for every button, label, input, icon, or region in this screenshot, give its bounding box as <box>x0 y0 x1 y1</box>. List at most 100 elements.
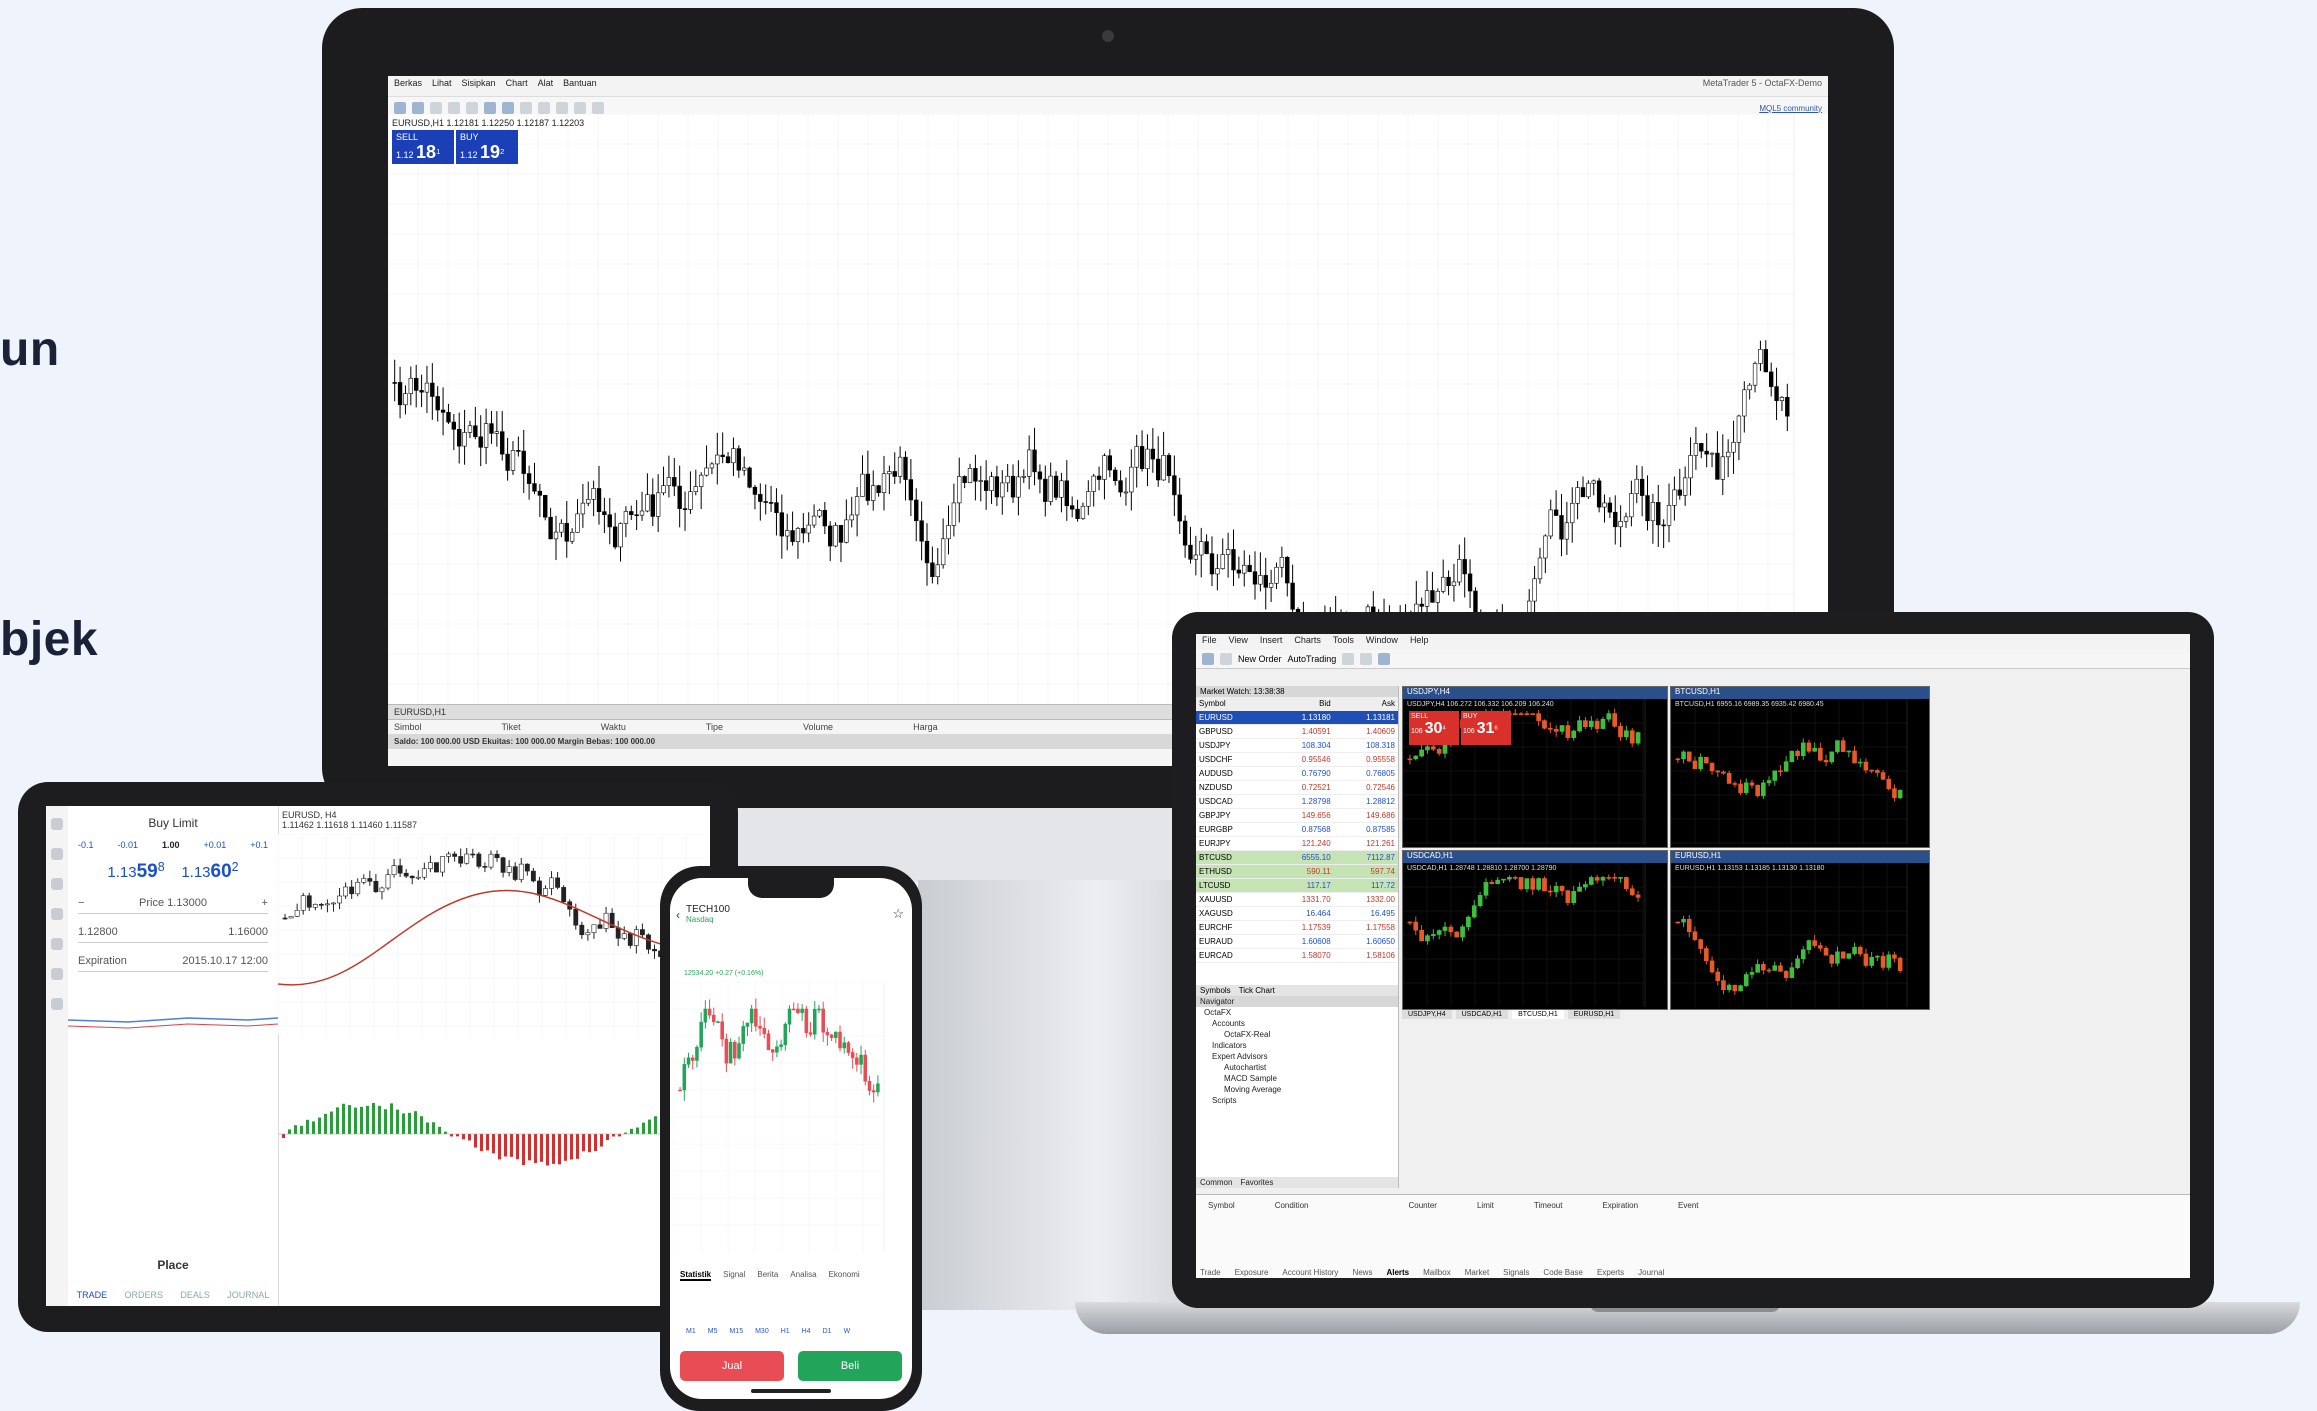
market-watch-row[interactable]: USDCAD 1.28798 1.28812 <box>1196 794 1398 809</box>
bar-chart-icon[interactable] <box>430 102 442 114</box>
lmenu-help[interactable]: Help <box>1410 635 1429 649</box>
star-icon[interactable]: ☆ <box>892 906 904 922</box>
chart-tab[interactable]: EURUSD,H1 <box>394 707 446 717</box>
lmenu-window[interactable]: Window <box>1366 635 1398 649</box>
tbx-tab-alerts[interactable]: Alerts <box>1386 1268 1409 1277</box>
tbx-tab-journal[interactable]: Journal <box>1638 1268 1664 1277</box>
phone-tab-statistik[interactable]: Statistik <box>680 1270 712 1281</box>
nav-item[interactable]: Indicators <box>1196 1040 1398 1051</box>
chart-tab-usdcad[interactable]: USDCAD,H1 <box>1455 1010 1509 1019</box>
menu-chart[interactable]: Chart <box>506 78 528 94</box>
info-icon[interactable] <box>51 998 63 1010</box>
laptop-buy-button[interactable]: BUY 106 316 <box>1461 711 1511 745</box>
nav-item[interactable]: Autochartist <box>1196 1062 1398 1073</box>
nav-tab-common[interactable]: Common <box>1200 1178 1232 1187</box>
sell-button[interactable]: SELL 1.12 181 <box>392 130 454 164</box>
tf-m1[interactable]: M1 <box>686 1328 696 1335</box>
btcusd-chart[interactable] <box>1670 698 1929 845</box>
chart-tab-eurusd[interactable]: EURUSD,H1 <box>1567 1010 1621 1019</box>
tbx-tab-mailbox[interactable]: Mailbox <box>1423 1268 1451 1277</box>
order-type[interactable]: Buy Limit <box>68 806 278 840</box>
menu-help[interactable]: Bantuan <box>563 78 597 94</box>
nav-item[interactable]: OctaFX <box>1196 1007 1398 1018</box>
chart-window-eurusd[interactable]: EURUSD,H1 EURUSD,H1 1.13153 1.13185 1.13… <box>1670 850 1930 1010</box>
community-link[interactable]: MQL5 community <box>1759 104 1822 113</box>
phone-buy-button[interactable]: Beli <box>798 1351 902 1381</box>
phone-tab-analisa[interactable]: Analisa <box>790 1270 816 1281</box>
tbx-tab-market[interactable]: Market <box>1465 1268 1489 1277</box>
lot-minus-small[interactable]: -0.01 <box>117 840 138 850</box>
menu-view[interactable]: Lihat <box>432 78 452 94</box>
mw-tab-tick-chart[interactable]: Tick Chart <box>1239 986 1275 995</box>
lgrid-icon[interactable] <box>1378 653 1391 665</box>
crosshair-icon[interactable] <box>520 102 532 114</box>
tf-w[interactable]: W <box>844 1328 851 1335</box>
phone-sell-button[interactable]: Jual <box>680 1351 784 1381</box>
back-icon[interactable]: ‹ <box>676 908 680 922</box>
market-watch-row[interactable]: GBPJPY 149.656 149.686 <box>1196 808 1398 823</box>
nav-item[interactable]: Scripts <box>1196 1095 1398 1106</box>
new-order-button[interactable]: New Order <box>1238 654 1282 664</box>
price-field[interactable]: − Price 1.13000 + <box>78 893 268 914</box>
quotes-icon[interactable] <box>51 818 63 830</box>
tab-orders[interactable]: ORDERS <box>125 1290 164 1300</box>
autotrading-button[interactable]: AutoTrading <box>1288 654 1337 664</box>
menu-tools[interactable]: Alat <box>538 78 554 94</box>
market-watch-row[interactable]: EURAUD 1.60608 1.60650 <box>1196 934 1398 949</box>
tbx-tab-code-base[interactable]: Code Base <box>1543 1268 1583 1277</box>
tab-journal[interactable]: JOURNAL <box>227 1290 269 1300</box>
expiration-field[interactable]: Expiration 2015.10.17 12:00 <box>78 951 268 972</box>
tab-trade[interactable]: TRADE <box>77 1290 108 1300</box>
nav-tab-favorites[interactable]: Favorites <box>1240 1178 1273 1187</box>
lot-plus-small[interactable]: +0.01 <box>203 840 226 850</box>
phone-tab-ekonomi[interactable]: Ekonomi <box>829 1270 860 1281</box>
tf-d1[interactable]: D1 <box>823 1328 832 1335</box>
market-watch-row[interactable]: LTCUSD 117.17 117.72 <box>1196 878 1398 893</box>
usdcad-chart[interactable] <box>1402 862 1667 1007</box>
price-minus-icon[interactable]: − <box>78 897 84 909</box>
lprofiles-icon[interactable] <box>1220 653 1232 665</box>
menu-file[interactable]: Berkas <box>394 78 422 94</box>
chart-tab-btcusd[interactable]: BTCUSD,H1 <box>1512 1010 1564 1019</box>
lot-minus-big[interactable]: -0.1 <box>78 840 94 850</box>
lot-plus-big[interactable]: +0.1 <box>250 840 268 850</box>
nav-item[interactable]: Moving Average <box>1196 1084 1398 1095</box>
stop-loss-value[interactable]: 1.12800 <box>78 926 118 938</box>
tablet-price-chart[interactable] <box>277 833 710 1304</box>
lmenu-tools[interactable]: Tools <box>1333 635 1354 649</box>
market-watch-row[interactable]: EURUSD 1.13180 1.13181 <box>1196 710 1398 725</box>
tbx-tab-exposure[interactable]: Exposure <box>1235 1268 1269 1277</box>
sl-tp-fields[interactable]: 1.12800 1.16000 <box>78 922 268 943</box>
chart-window-usdcad[interactable]: USDCAD,H1 USDCAD,H1 1.28748 1.28810 1.28… <box>1402 850 1668 1010</box>
market-watch-row[interactable]: AUDUSD 0.76790 0.76805 <box>1196 766 1398 781</box>
chart-tab-usdjpy[interactable]: USDJPY,H4 <box>1402 1010 1452 1019</box>
mw-tab-symbols[interactable]: Symbols <box>1200 986 1231 995</box>
nav-item[interactable]: OctaFX-Real <box>1196 1029 1398 1040</box>
zoom-in-icon[interactable] <box>484 102 496 114</box>
messages-icon[interactable] <box>51 938 63 950</box>
nav-item[interactable]: MACD Sample <box>1196 1073 1398 1084</box>
phone-tab-signal[interactable]: Signal <box>723 1270 745 1281</box>
market-watch-row[interactable]: USDJPY 108.304 108.318 <box>1196 738 1398 753</box>
period-m1-icon[interactable] <box>574 102 586 114</box>
line-chart-icon[interactable] <box>466 102 478 114</box>
tf-h1[interactable]: H1 <box>781 1328 790 1335</box>
market-watch-row[interactable]: USDCHF 0.95546 0.95558 <box>1196 752 1398 767</box>
tbx-tab-trade[interactable]: Trade <box>1200 1268 1221 1277</box>
market-watch-row[interactable]: EURCAD 1.58070 1.58106 <box>1196 948 1398 963</box>
market-watch-row[interactable]: XAGUSD 16.464 16.495 <box>1196 906 1398 921</box>
lzoom-out-icon[interactable] <box>1360 653 1373 665</box>
phone-tab-berita[interactable]: Berita <box>757 1270 778 1281</box>
place-button[interactable]: Place <box>68 1258 278 1272</box>
market-watch-row[interactable]: BTCUSD 6555.10 7112.87 <box>1196 850 1398 865</box>
phone-price-chart[interactable] <box>674 982 908 1252</box>
market-watch-row[interactable]: XAUUSD 1331.70 1332.00 <box>1196 892 1398 907</box>
tab-deals[interactable]: DEALS <box>180 1290 210 1300</box>
lot-value[interactable]: 1.00 <box>162 840 180 850</box>
nav-item[interactable]: Accounts <box>1196 1018 1398 1029</box>
eurusd-chart[interactable] <box>1670 862 1929 1007</box>
period-h1-icon[interactable] <box>592 102 604 114</box>
settings-icon[interactable] <box>51 968 63 980</box>
tbx-tab-experts[interactable]: Experts <box>1597 1268 1624 1277</box>
tf-m30[interactable]: M30 <box>755 1328 769 1335</box>
